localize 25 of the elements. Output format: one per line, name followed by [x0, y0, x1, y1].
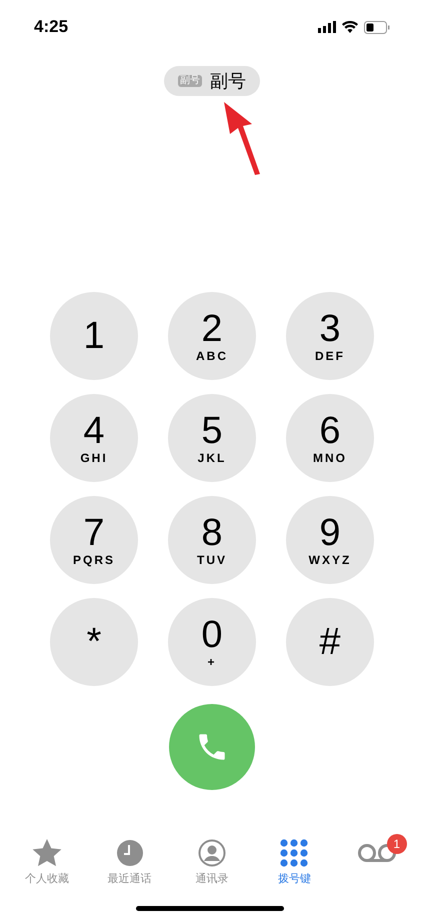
keypad-key[interactable]: 9 WXYZ — [286, 496, 374, 584]
line-badge: 副号 — [178, 75, 202, 87]
keypad-key[interactable]: 0 + — [168, 598, 256, 686]
keypad-key[interactable]: * — [50, 598, 138, 686]
keypad-key[interactable]: 8 TUV — [168, 496, 256, 584]
line-selector[interactable]: 副号 副号 — [164, 66, 260, 96]
notification-badge: 1 — [386, 834, 407, 854]
status-time: 4:25 — [34, 16, 68, 38]
signal-icon — [318, 21, 336, 33]
tab-item[interactable]: 拨号键 — [256, 838, 332, 888]
keypad-key[interactable]: 1 — [50, 292, 138, 380]
keypad-key[interactable]: 4 GHI — [50, 394, 138, 482]
keypad-key[interactable]: 5 JKL — [168, 394, 256, 482]
keypad-icon — [280, 839, 308, 867]
clock-icon — [116, 839, 144, 867]
keypad-key[interactable]: 7 PQRS — [50, 496, 138, 584]
person-icon — [198, 839, 226, 867]
keypad-key[interactable]: 3 DEF — [286, 292, 374, 380]
star-icon — [32, 839, 62, 867]
keypad-key[interactable]: # — [286, 598, 374, 686]
line-label: 副号 — [210, 70, 246, 92]
battery-icon — [364, 20, 390, 34]
keypad-key[interactable]: 2 ABC — [168, 292, 256, 380]
keypad-key[interactable]: 6 MNO — [286, 394, 374, 482]
wifi-icon — [342, 21, 358, 33]
